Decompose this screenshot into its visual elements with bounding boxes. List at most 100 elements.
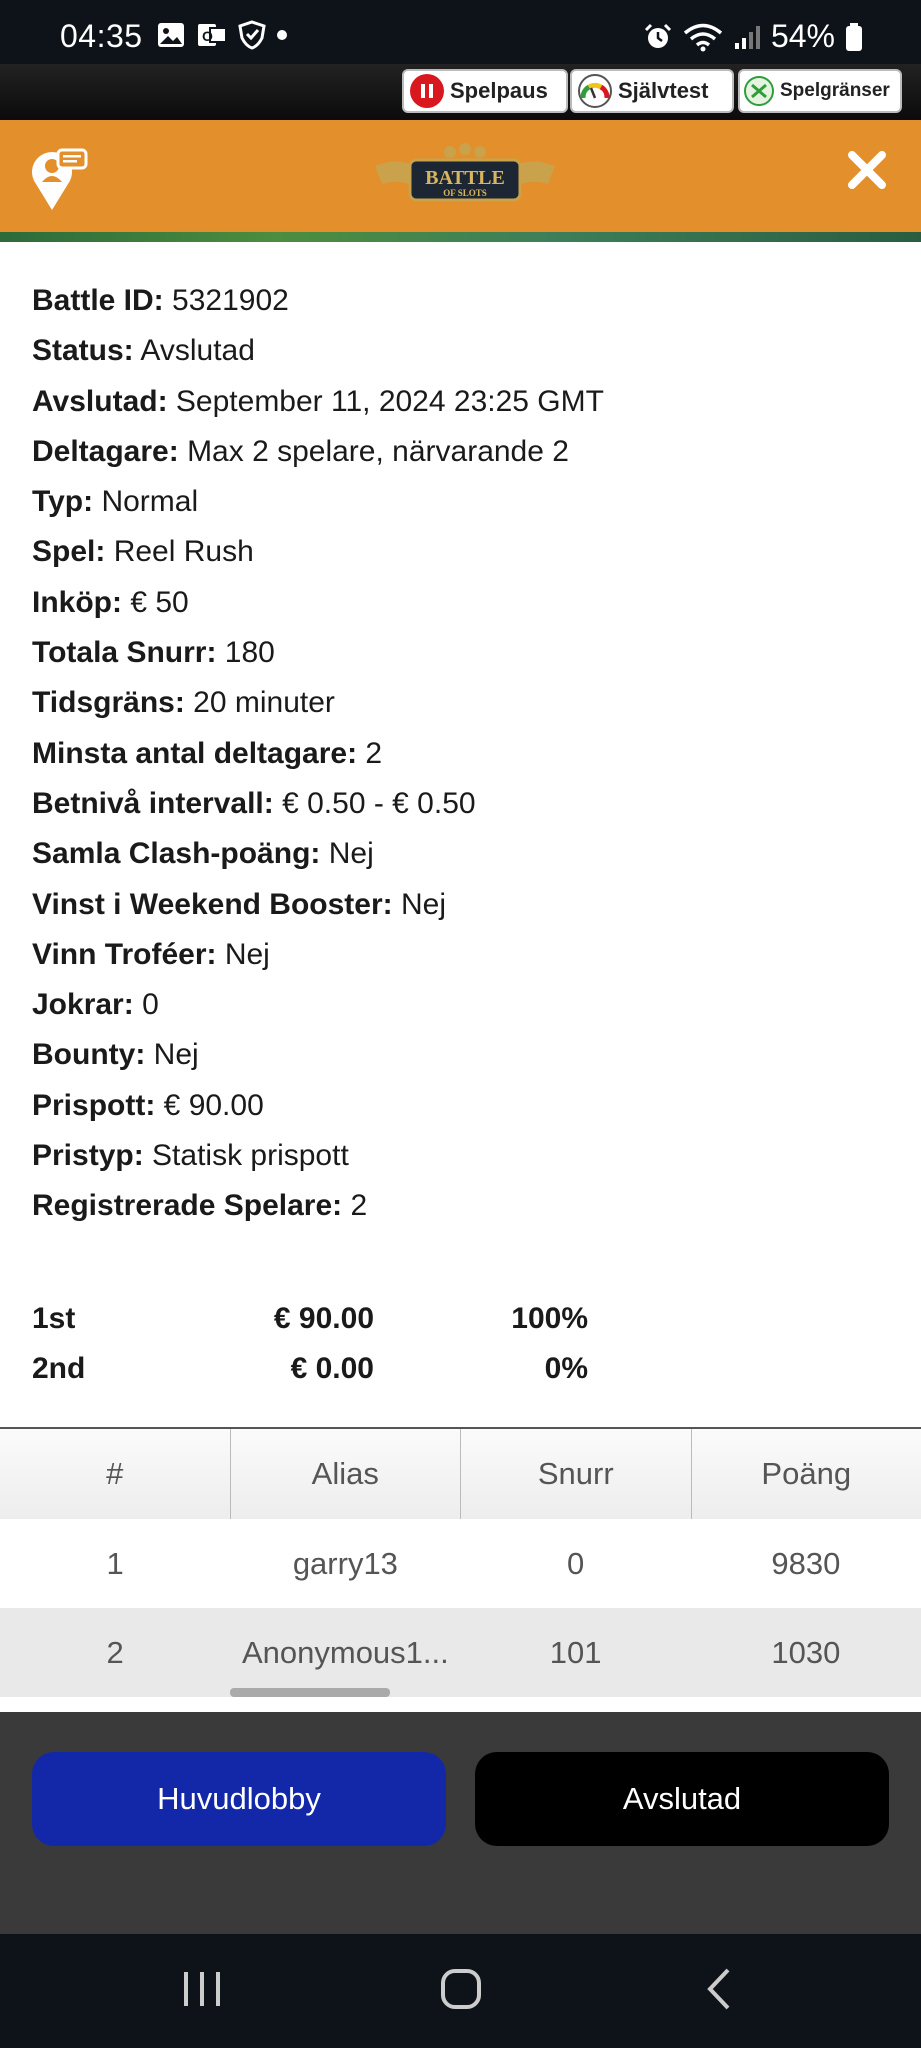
home-icon[interactable] bbox=[436, 1964, 486, 2014]
detail-label: Prispott: bbox=[32, 1088, 156, 1122]
limits-icon bbox=[744, 76, 774, 106]
prize-place: 2nd bbox=[32, 1352, 86, 1385]
detail-row: Totala Snurr: 180 bbox=[32, 628, 892, 678]
detail-value: 180 bbox=[224, 636, 275, 670]
dot-icon bbox=[277, 30, 287, 40]
pause-icon bbox=[410, 74, 444, 108]
detail-label: Tidsgräns: bbox=[32, 686, 185, 720]
recent-apps-icon[interactable] bbox=[178, 1964, 226, 2014]
prize-percent: 0% bbox=[544, 1352, 588, 1385]
notification-icons: O bbox=[156, 20, 288, 50]
ended-button[interactable]: Avslutad bbox=[475, 1752, 889, 1846]
detail-row: Inköp: € 50 bbox=[32, 578, 892, 628]
signal-icon bbox=[734, 25, 760, 49]
detail-label: Battle ID: bbox=[32, 284, 164, 317]
battery-icon bbox=[846, 22, 862, 51]
battery-percent: 54% bbox=[770, 18, 835, 54]
detail-row: Deltagare: Max 2 spelare, närvarande 2 bbox=[32, 427, 892, 477]
detail-row: Pristyp: Statisk prispott bbox=[32, 1131, 892, 1181]
shield-icon bbox=[238, 20, 266, 50]
logo-text-bottom: OF SLOTS bbox=[443, 188, 486, 198]
logo-text-top: BATTLE bbox=[425, 167, 505, 189]
gauge-icon bbox=[578, 74, 612, 108]
clock: 04:35 bbox=[60, 18, 143, 54]
battle-details: Battle ID: 5321902 Status: Avslutad Avslut… bbox=[32, 276, 892, 1232]
column-header[interactable]: Snurr bbox=[461, 1429, 692, 1519]
system-nav-bar bbox=[0, 1934, 921, 2048]
detail-label: Bounty: bbox=[32, 1038, 146, 1072]
detail-label: Inköp: bbox=[32, 585, 122, 619]
detail-row: Jokrar: 0 bbox=[32, 980, 892, 1030]
detail-value: 20 minuter bbox=[193, 686, 335, 720]
detail-value: Avslutad bbox=[140, 334, 255, 368]
table-cell: garry13 bbox=[292, 1546, 398, 1581]
detail-value: Nej bbox=[224, 937, 270, 971]
column-header[interactable]: Poäng bbox=[692, 1429, 921, 1519]
detail-label: Vinst i Weekend Booster: bbox=[32, 887, 393, 921]
horizontal-scrollbar[interactable] bbox=[230, 1688, 390, 1697]
prize-distribution: 1st € 90.00 100% 2nd € 0.00 0% bbox=[32, 1294, 732, 1394]
spelgranser-button[interactable]: Spelgränser bbox=[738, 69, 902, 113]
table-cell: Anonymous1... bbox=[241, 1635, 449, 1670]
table-cell: 9830 bbox=[771, 1546, 841, 1581]
detail-value: 5321902 bbox=[172, 284, 289, 317]
detail-row: Spel: Reel Rush bbox=[32, 527, 892, 577]
table-header: # Alias Snurr Poäng bbox=[0, 1427, 921, 1519]
detail-label: Deltagare: bbox=[32, 434, 179, 468]
prize-amount: € 0.00 bbox=[290, 1352, 374, 1385]
prize-percent: 100% bbox=[511, 1302, 588, 1335]
detail-label: Jokrar: bbox=[32, 988, 134, 1022]
app-header: BATTLE OF SLOTS bbox=[0, 120, 921, 232]
detail-row: Typ: Normal bbox=[32, 477, 892, 527]
main-lobby-button[interactable]: Huvudlobby bbox=[32, 1752, 446, 1846]
detail-label: Spel: bbox=[32, 535, 106, 569]
detail-row: Bounty: Nej bbox=[32, 1030, 892, 1080]
detail-row: Samla Clash-poäng: Nej bbox=[32, 829, 892, 879]
detail-row: Prispott: € 90.00 bbox=[32, 1081, 892, 1131]
outlook-icon: O bbox=[198, 24, 227, 46]
spelpaus-label: Spelpaus bbox=[450, 78, 548, 103]
detail-row: Battle ID: 5321902 bbox=[32, 276, 892, 326]
detail-value: Max 2 spelare, närvarande 2 bbox=[187, 434, 569, 468]
close-icon[interactable] bbox=[843, 146, 891, 194]
prize-place: 1st bbox=[32, 1302, 76, 1335]
system-status: 54% bbox=[643, 18, 863, 55]
detail-label: Samla Clash-poäng: bbox=[32, 837, 321, 871]
game-banner-strip bbox=[0, 232, 921, 242]
responsible-gaming-bar: Spelpaus Självtest Spelgränser bbox=[0, 64, 921, 120]
spelpaus-button[interactable]: Spelpaus bbox=[402, 69, 568, 113]
detail-row: Avslutad: September 11, 2024 23:25 GMT bbox=[32, 377, 892, 427]
location-chat-icon[interactable] bbox=[30, 144, 90, 219]
detail-label: Betnivå intervall: bbox=[32, 786, 274, 820]
detail-value: Nej bbox=[401, 887, 447, 921]
wifi-icon bbox=[683, 23, 723, 51]
back-icon[interactable] bbox=[696, 1964, 746, 2014]
table-row[interactable]: 2 Anonymous1... 101 1030 bbox=[0, 1608, 921, 1697]
bottom-panel: Huvudlobby Avslutad bbox=[0, 1712, 921, 1934]
detail-value: € 90.00 bbox=[163, 1088, 264, 1122]
detail-value: Statisk prispott bbox=[152, 1139, 349, 1173]
table-row[interactable]: 1 garry13 0 9830 bbox=[0, 1519, 921, 1608]
detail-value: 2 bbox=[350, 1189, 368, 1223]
detail-value: 0 bbox=[142, 988, 159, 1022]
alarm-icon bbox=[644, 23, 672, 48]
column-header[interactable]: # bbox=[0, 1429, 231, 1519]
column-header[interactable]: Alias bbox=[231, 1429, 461, 1519]
detail-value: 2 bbox=[365, 736, 383, 770]
table-cell: 2 bbox=[106, 1635, 124, 1670]
battle-of-slots-logo: BATTLE OF SLOTS bbox=[370, 138, 560, 214]
detail-label: Pristyp: bbox=[32, 1139, 144, 1173]
status-bar: 04:35 O 54% bbox=[0, 0, 921, 64]
svg-text:O: O bbox=[202, 28, 213, 44]
sjalvtest-label: Självtest bbox=[618, 78, 709, 103]
prize-row: 2nd € 0.00 0% bbox=[32, 1344, 732, 1394]
sjalvtest-button[interactable]: Självtest bbox=[570, 69, 734, 113]
detail-row: Minsta antal deltagare: 2 bbox=[32, 729, 892, 779]
detail-row: Status: Avslutad bbox=[32, 326, 892, 376]
detail-row: Vinst i Weekend Booster: Nej bbox=[32, 880, 892, 930]
table-body: 1 garry13 0 9830 2 Anonymous1... 101 1030 bbox=[0, 1519, 921, 1697]
detail-value: Reel Rush bbox=[113, 535, 254, 569]
detail-label: Totala Snurr: bbox=[32, 636, 217, 670]
detail-value: € 50 bbox=[130, 585, 189, 619]
detail-value: Nej bbox=[153, 1038, 199, 1072]
